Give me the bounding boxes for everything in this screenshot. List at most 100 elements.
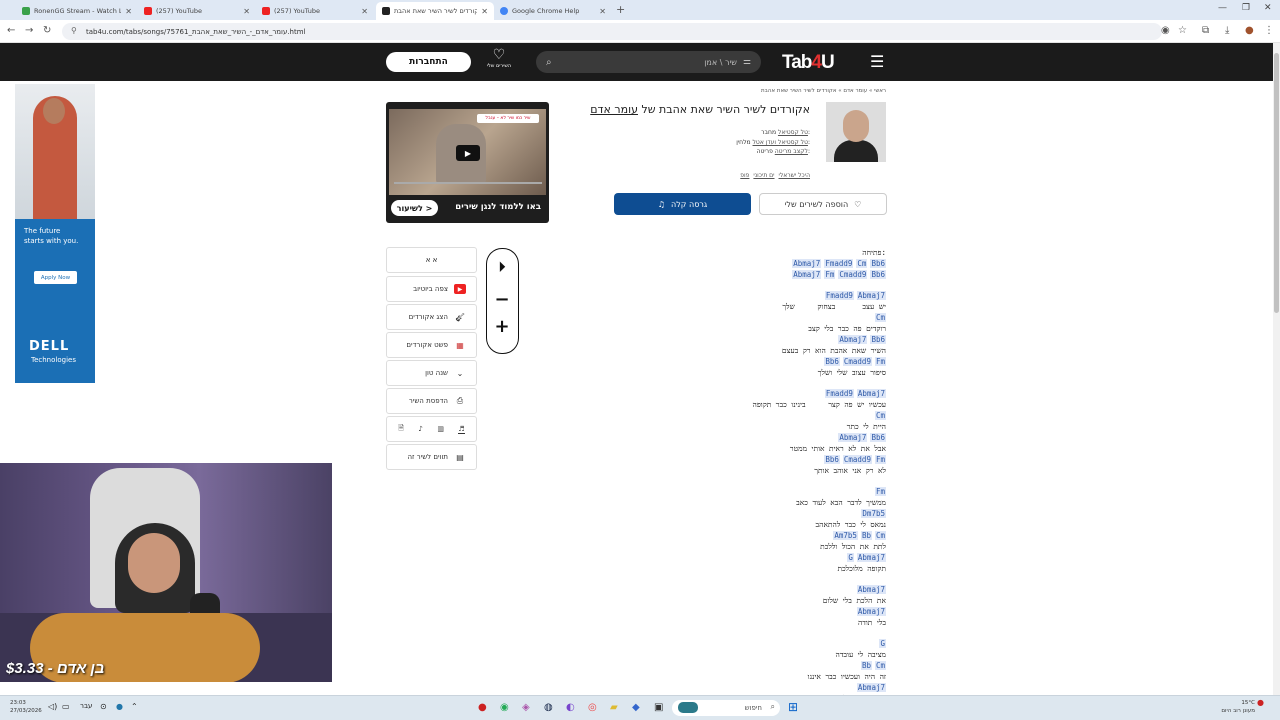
tab4u-logo[interactable]: Tab4U bbox=[782, 52, 835, 74]
downloads-icon[interactable]: ⤓ bbox=[1225, 25, 1229, 36]
chord[interactable]: Bb bbox=[860, 661, 872, 670]
tray-chevron-icon[interactable]: ⌃ bbox=[131, 702, 138, 711]
chord[interactable]: Bb6 bbox=[870, 335, 886, 344]
tab-chrome-help[interactable]: Google Chrome Help ✕ bbox=[494, 2, 612, 20]
font-size-control[interactable]: א א bbox=[386, 247, 477, 273]
ad-apply-button[interactable]: Apply Now bbox=[34, 271, 77, 284]
print-song-button[interactable]: הדפסת השיר ⎙ bbox=[386, 388, 477, 414]
close-tab-icon[interactable]: ✕ bbox=[243, 7, 250, 16]
close-tab-icon[interactable]: ✕ bbox=[361, 7, 368, 16]
back-icon[interactable]: ← bbox=[7, 25, 15, 36]
taskbar-search[interactable]: חיפוש ⌕ bbox=[672, 700, 780, 716]
chord[interactable]: Abmaj7 bbox=[838, 433, 868, 442]
extensions-icon[interactable]: ⧉ bbox=[1202, 25, 1209, 36]
forward-icon[interactable]: → bbox=[25, 25, 33, 36]
chord[interactable]: Am7b5 bbox=[833, 531, 858, 540]
close-window-icon[interactable]: ✕ bbox=[1264, 3, 1272, 13]
easy-version-button[interactable]: ♫ גרסה קלה bbox=[614, 193, 751, 215]
taskbar-app-icon[interactable]: ◐ bbox=[566, 702, 575, 713]
menu-dots-icon[interactable]: ⋮ bbox=[1264, 25, 1274, 36]
chord[interactable]: Cm bbox=[874, 411, 886, 420]
to-lesson-button[interactable]: לשיעור > bbox=[391, 200, 438, 216]
close-tab-icon[interactable]: ✕ bbox=[599, 7, 606, 16]
file-explorer-icon[interactable]: ▰ bbox=[610, 702, 618, 713]
watch-youtube-button[interactable]: צפה ביוטיוב ▶ bbox=[386, 276, 477, 302]
page-scrollbar[interactable] bbox=[1273, 43, 1280, 695]
video-progress-bar[interactable] bbox=[394, 182, 542, 184]
scrollbar-thumb[interactable] bbox=[1274, 53, 1279, 313]
tab-tab4u-active[interactable]: אקורדים לשיר השיר שאת אהבת ✕ bbox=[376, 2, 494, 20]
play-icon[interactable]: ▶ bbox=[456, 145, 480, 161]
filter-icon[interactable]: ⚌ bbox=[743, 57, 751, 67]
chord[interactable]: Cm bbox=[874, 531, 886, 540]
credit-value[interactable]: טל קסטיאל bbox=[778, 129, 808, 136]
credit-value[interactable]: לקצב מריטה bbox=[775, 148, 808, 155]
chord[interactable]: Cm bbox=[874, 313, 886, 322]
close-tab-icon[interactable]: ✕ bbox=[125, 7, 132, 16]
chord[interactable]: Bb6 bbox=[824, 357, 840, 366]
document-icon[interactable]: 🗎︎ bbox=[398, 424, 404, 435]
chord[interactable]: Cmadd9 bbox=[842, 455, 872, 464]
maximize-icon[interactable]: ❐ bbox=[1242, 3, 1250, 13]
tag[interactable]: ים תיכוני bbox=[753, 172, 774, 179]
chrome-icon[interactable]: ◎ bbox=[588, 702, 597, 713]
chord[interactable]: Fm bbox=[874, 357, 886, 366]
chord[interactable]: Abmaj7 bbox=[856, 389, 886, 398]
new-tab-button[interactable]: + bbox=[616, 3, 625, 16]
breadcrumb[interactable]: ראשי » עומר אדם » אקורדים לשיר השיר שאת … bbox=[700, 88, 886, 94]
chord[interactable]: Fmadd9 bbox=[824, 389, 854, 398]
clock[interactable]: 23:03 27/03/2026 bbox=[10, 699, 42, 715]
chord[interactable]: Bb6 bbox=[870, 259, 886, 268]
tab-youtube-2[interactable]: (257) YouTube ✕ bbox=[256, 2, 374, 20]
slower-minus-icon[interactable]: − bbox=[487, 289, 517, 310]
reload-icon[interactable]: ↻ bbox=[43, 25, 51, 36]
chord[interactable]: Abmaj7 bbox=[838, 335, 868, 344]
site-info-icon[interactable]: ⚲ bbox=[71, 26, 77, 35]
sheet-music-button[interactable]: תווים לשיר זה ▤ bbox=[386, 444, 477, 470]
taskbar-app-icon[interactable]: ● bbox=[478, 702, 487, 713]
piano-icon[interactable]: ▥ bbox=[437, 425, 444, 433]
dell-ad-banner[interactable]: The future starts with you. Apply Now DEL… bbox=[15, 84, 95, 383]
chord[interactable]: Fmadd9 bbox=[824, 259, 854, 268]
whatsapp-icon[interactable]: ◉ bbox=[500, 702, 509, 713]
close-tab-icon[interactable]: ✕ bbox=[481, 7, 488, 16]
weather-widget[interactable]: 15°C מעונן רוב היום bbox=[1215, 699, 1255, 715]
chord[interactable]: G bbox=[879, 639, 886, 648]
chord[interactable]: Abmaj7 bbox=[856, 585, 886, 594]
taskbar-app-icon[interactable]: ◆ bbox=[632, 702, 640, 713]
search-box[interactable]: ⌕ שיר \ אמן ⚌ bbox=[536, 51, 761, 73]
steam-icon[interactable]: ◍ bbox=[544, 702, 553, 713]
chord[interactable]: Abmaj7 bbox=[856, 553, 886, 562]
tray-icon[interactable]: ⊙ bbox=[100, 702, 107, 711]
change-key-dropdown[interactable]: שנה טון ⌄ bbox=[386, 360, 477, 386]
chord[interactable]: Bb6 bbox=[870, 270, 886, 279]
chord[interactable]: Dm7b5 bbox=[861, 509, 886, 518]
chord[interactable]: Fm bbox=[824, 270, 836, 279]
chord[interactable]: G bbox=[847, 553, 854, 562]
search-input[interactable]: שיר \ אמן bbox=[552, 58, 737, 67]
faster-plus-icon[interactable]: + bbox=[487, 316, 517, 337]
chord[interactable]: Fmadd9 bbox=[824, 291, 854, 300]
chord[interactable]: Fm bbox=[874, 455, 886, 464]
add-to-my-songs-button[interactable]: הוספה לשירים שלי ♡ bbox=[759, 193, 887, 215]
speaker-icon[interactable]: ◁) bbox=[48, 702, 57, 711]
chord[interactable]: Bb6 bbox=[870, 433, 886, 442]
language-indicator[interactable]: עבר bbox=[80, 702, 92, 710]
autoscroll-play-icon[interactable]: ⏵ bbox=[487, 258, 517, 276]
chord[interactable]: Cm bbox=[874, 661, 886, 670]
minimize-icon[interactable]: — bbox=[1218, 3, 1227, 13]
artist-photo[interactable] bbox=[826, 102, 886, 162]
chord[interactable]: Fm bbox=[874, 487, 886, 496]
start-button-icon[interactable]: ⊞ bbox=[788, 700, 798, 714]
chord[interactable]: Abmaj7 bbox=[856, 607, 886, 616]
chord[interactable]: Abmaj7 bbox=[792, 270, 822, 279]
lesson-video-card[interactable]: שיר כמו שיר לא – ענבל ▶ באו ללמוד לנגן ש… bbox=[386, 102, 549, 223]
profile-avatar[interactable]: ● bbox=[1245, 25, 1254, 36]
notification-icon[interactable]: ● bbox=[1257, 698, 1264, 707]
chord[interactable]: Cmadd9 bbox=[842, 357, 872, 366]
artist-link[interactable]: עומר אדם bbox=[590, 103, 638, 116]
tag[interactable]: היכל ישראלי bbox=[779, 172, 811, 179]
my-songs-link[interactable]: ♡ השירים שלי bbox=[484, 48, 514, 70]
tray-app-icon[interactable]: ● bbox=[116, 702, 123, 711]
chord[interactable]: Cmadd9 bbox=[838, 270, 868, 279]
